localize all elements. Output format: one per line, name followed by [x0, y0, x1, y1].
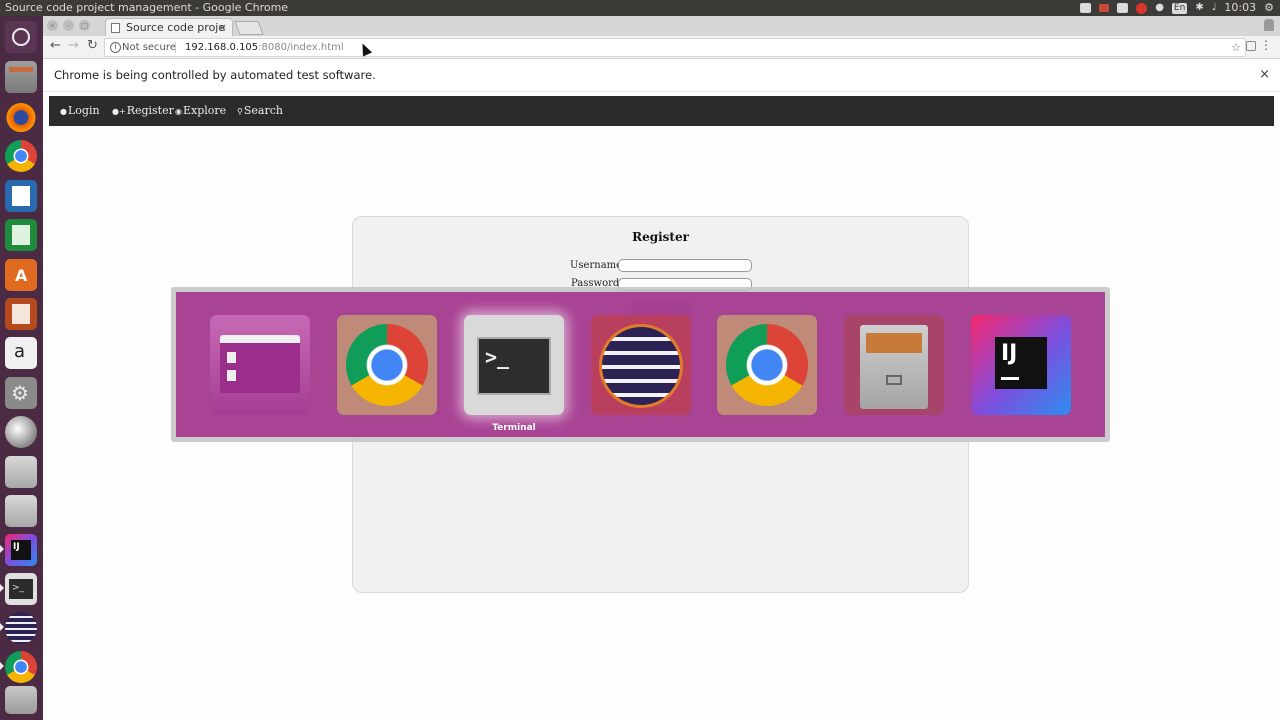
- chrome-icon[interactable]: [5, 651, 37, 683]
- profile-icon[interactable]: [1264, 19, 1274, 31]
- site-navbar: ●Login ●+Register ◉Explore ⚲Search: [49, 96, 1274, 126]
- divider: [175, 42, 176, 53]
- window-controls: × – □: [47, 20, 90, 31]
- bluetooth-icon[interactable]: ✱: [1195, 0, 1203, 16]
- browser-tab[interactable]: Source code proje ×: [105, 18, 233, 36]
- chrome-icon[interactable]: [5, 140, 37, 172]
- eye-icon: ◉: [175, 107, 182, 116]
- running-indicator: [0, 584, 4, 592]
- add-user-icon: ●+: [112, 107, 126, 116]
- terminal-icon: >_: [477, 337, 551, 395]
- launcher: A a ⚙ IJ >_: [0, 16, 43, 720]
- gear-icon[interactable]: ⚙: [1264, 0, 1274, 16]
- security-label[interactable]: Not secure: [122, 39, 176, 56]
- running-indicator: [0, 545, 4, 553]
- url-path: :8080/index.html: [258, 42, 344, 53]
- drive-icon[interactable]: [5, 495, 37, 527]
- software-center-icon[interactable]: A: [5, 259, 37, 291]
- clock[interactable]: 10:03: [1224, 0, 1256, 16]
- menu-icon[interactable]: ⋮: [1260, 38, 1272, 52]
- nautilus-icon: [220, 335, 300, 393]
- writer-icon[interactable]: [5, 180, 37, 212]
- close-infobar-icon[interactable]: ×: [1259, 59, 1270, 91]
- running-indicator: [0, 662, 4, 670]
- switcher-app-nautilus[interactable]: [210, 315, 310, 415]
- impress-icon[interactable]: [5, 298, 37, 330]
- eclipse-icon[interactable]: [5, 612, 37, 644]
- close-window-icon[interactable]: ×: [47, 20, 58, 31]
- switcher-app-eclipse[interactable]: [591, 315, 691, 415]
- minimize-window-icon[interactable]: –: [63, 20, 74, 31]
- accessibility-icon[interactable]: [1080, 3, 1092, 13]
- browser-toolbar: ← → ↻ i Not secure 192.168.0.105:8080/in…: [43, 36, 1280, 59]
- tab-strip: × – □ Source code proje ×: [43, 16, 1280, 36]
- system-tray: ● En ✱ ♩ 10:03 ⚙: [1080, 0, 1274, 16]
- switcher-app-chrome[interactable]: [337, 315, 437, 415]
- disk-tool-icon[interactable]: [5, 416, 37, 448]
- new-tab-button[interactable]: [234, 21, 264, 35]
- mail-icon[interactable]: [1117, 3, 1129, 13]
- search-icon: ⚲: [237, 107, 243, 116]
- switcher-selected-label: Terminal: [492, 423, 536, 433]
- user-icon: ●: [60, 107, 67, 116]
- username-input[interactable]: [618, 259, 752, 272]
- firefox-icon[interactable]: [5, 100, 37, 132]
- record-icon[interactable]: [1099, 4, 1110, 12]
- switcher-app-intellij[interactable]: IJ: [971, 315, 1071, 415]
- url-host: 192.168.0.105: [185, 42, 259, 53]
- switcher-app-terminal[interactable]: >_: [464, 315, 564, 415]
- keyboard-layout[interactable]: En: [1171, 2, 1188, 14]
- nav-search[interactable]: ⚲Search: [237, 104, 283, 117]
- infobar-message: Chrome is being controlled by automated …: [54, 68, 376, 82]
- calc-icon[interactable]: [5, 219, 37, 251]
- back-icon[interactable]: ←: [50, 38, 61, 53]
- tab-title: Source code proje: [126, 21, 226, 34]
- system-settings-icon[interactable]: ⚙: [5, 377, 37, 409]
- top-panel: Source code project management - Google …: [0, 0, 1280, 16]
- chrome-icon: [726, 324, 808, 406]
- nav-register[interactable]: ●+Register: [112, 104, 174, 117]
- automation-infobar: Chrome is being controlled by automated …: [43, 59, 1280, 92]
- nav-login[interactable]: ●Login: [60, 104, 100, 117]
- page-icon: [111, 23, 120, 33]
- eclipse-icon: [599, 324, 683, 408]
- drive-icon[interactable]: [5, 456, 37, 488]
- app-switcher-panel: >_ Terminal IJ: [176, 292, 1105, 437]
- reload-icon[interactable]: ↻: [87, 38, 98, 53]
- switcher-app-file-cabinet[interactable]: [844, 315, 944, 415]
- volume-icon[interactable]: ♩: [1212, 0, 1217, 16]
- wifi-icon[interactable]: ●: [1155, 0, 1164, 16]
- ubuntu-dash-icon[interactable]: [5, 21, 37, 53]
- info-icon[interactable]: i: [110, 42, 121, 53]
- trash-icon[interactable]: [5, 686, 37, 714]
- do-not-disturb-icon[interactable]: [1136, 2, 1148, 14]
- form-title: Register: [632, 230, 689, 244]
- files-icon[interactable]: [5, 61, 37, 93]
- app-switcher: >_ Terminal IJ: [171, 287, 1110, 442]
- terminal-icon[interactable]: >_: [5, 573, 37, 605]
- username-label: Username: [570, 260, 623, 271]
- address-bar[interactable]: i Not secure 192.168.0.105:8080/index.ht…: [104, 38, 1246, 57]
- window-title: Source code project management - Google …: [5, 1, 289, 14]
- extension-icon[interactable]: [1246, 41, 1256, 51]
- chrome-icon: [346, 324, 428, 406]
- nav-explore[interactable]: ◉Explore: [175, 104, 226, 117]
- running-indicator: [0, 623, 4, 631]
- amazon-icon[interactable]: a: [5, 337, 37, 369]
- bookmark-star-icon[interactable]: ☆: [1231, 39, 1241, 56]
- intellij-icon[interactable]: IJ: [5, 534, 37, 566]
- forward-icon[interactable]: →: [68, 38, 79, 53]
- file-cabinet-icon: [860, 325, 928, 409]
- intellij-icon: IJ: [995, 337, 1047, 389]
- maximize-window-icon[interactable]: □: [79, 20, 90, 31]
- switcher-app-chrome-2[interactable]: [717, 315, 817, 415]
- url-text[interactable]: 192.168.0.105:8080/index.html: [185, 39, 344, 56]
- close-tab-icon[interactable]: ×: [218, 19, 227, 37]
